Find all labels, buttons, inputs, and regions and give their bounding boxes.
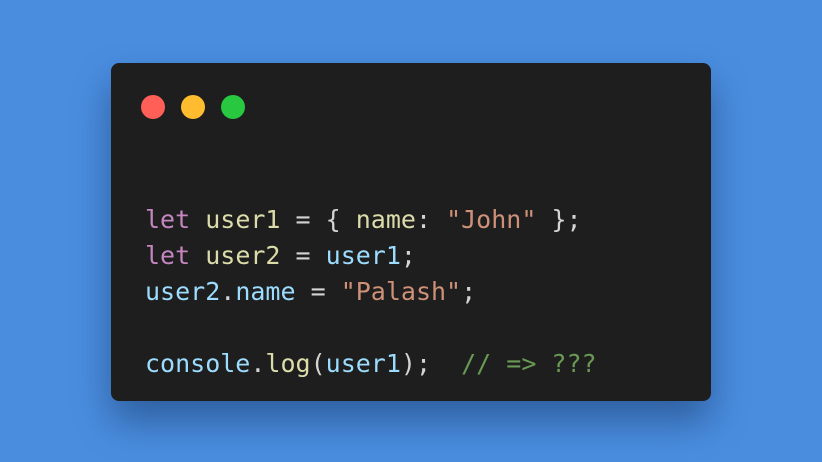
code-token: (	[310, 349, 326, 378]
maximize-button[interactable]	[221, 95, 245, 119]
code-token: user2	[145, 277, 221, 306]
code-token: .	[220, 277, 236, 306]
code-token: let	[145, 241, 191, 270]
code-token: );	[400, 349, 462, 378]
code-token: ;	[400, 241, 416, 270]
code-token: :	[415, 205, 447, 234]
code-token: name	[355, 205, 416, 234]
code-token: user2	[205, 241, 281, 270]
code-token: user1	[325, 241, 401, 270]
code-token: name	[235, 277, 296, 306]
code-token: "John"	[446, 205, 537, 234]
code-token: =	[280, 241, 326, 270]
code-token: = {	[280, 205, 356, 234]
code-line-2: let user2 = user1;	[145, 238, 597, 274]
code-line-1: let user1 = { name: "John" };	[145, 202, 597, 238]
minimize-button[interactable]	[181, 95, 205, 119]
code-token: let	[145, 205, 191, 234]
code-token: user1	[205, 205, 281, 234]
code-token: // => ???	[461, 349, 597, 378]
code-block: let user1 = { name: "John" }; let user2 =…	[145, 166, 597, 454]
code-token: console	[145, 349, 251, 378]
code-token: user1	[325, 349, 401, 378]
code-window: let user1 = { name: "John" }; let user2 =…	[111, 63, 711, 401]
window-controls	[141, 95, 245, 119]
code-token: };	[536, 205, 582, 234]
code-line-3: user2.name = "Palash";	[145, 274, 597, 310]
code-token: "Palash"	[340, 277, 462, 306]
code-token: .	[250, 349, 266, 378]
code-line-5: console.log(user1); // => ???	[145, 346, 597, 382]
code-token: ;	[461, 277, 477, 306]
close-button[interactable]	[141, 95, 165, 119]
code-token: log	[265, 349, 311, 378]
code-token: =	[295, 277, 341, 306]
